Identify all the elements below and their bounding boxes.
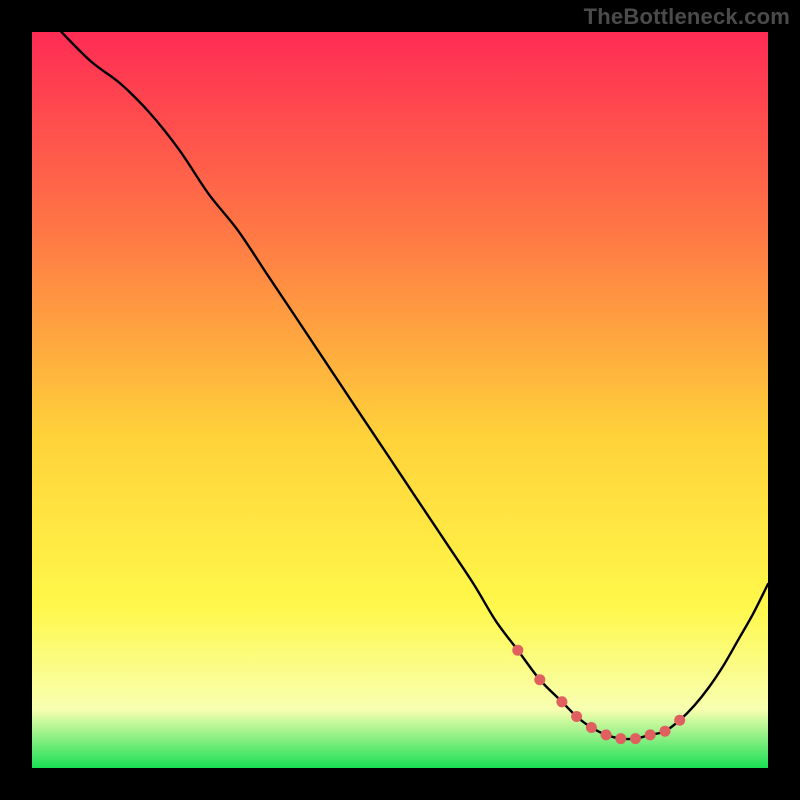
highlight-dot — [512, 645, 523, 656]
highlight-dot — [556, 696, 567, 707]
highlight-dot — [601, 729, 612, 740]
watermark-text: TheBottleneck.com — [584, 4, 790, 30]
highlight-dot — [571, 711, 582, 722]
highlight-dot — [660, 726, 671, 737]
highlight-dot — [615, 733, 626, 744]
plot-area — [32, 32, 768, 768]
highlight-dot — [586, 722, 597, 733]
gradient-background — [32, 32, 768, 768]
highlight-dot — [630, 733, 641, 744]
highlight-dot — [645, 729, 656, 740]
chart-frame: TheBottleneck.com — [0, 0, 800, 800]
highlight-dot — [674, 715, 685, 726]
bottleneck-chart — [32, 32, 768, 768]
highlight-dot — [534, 674, 545, 685]
